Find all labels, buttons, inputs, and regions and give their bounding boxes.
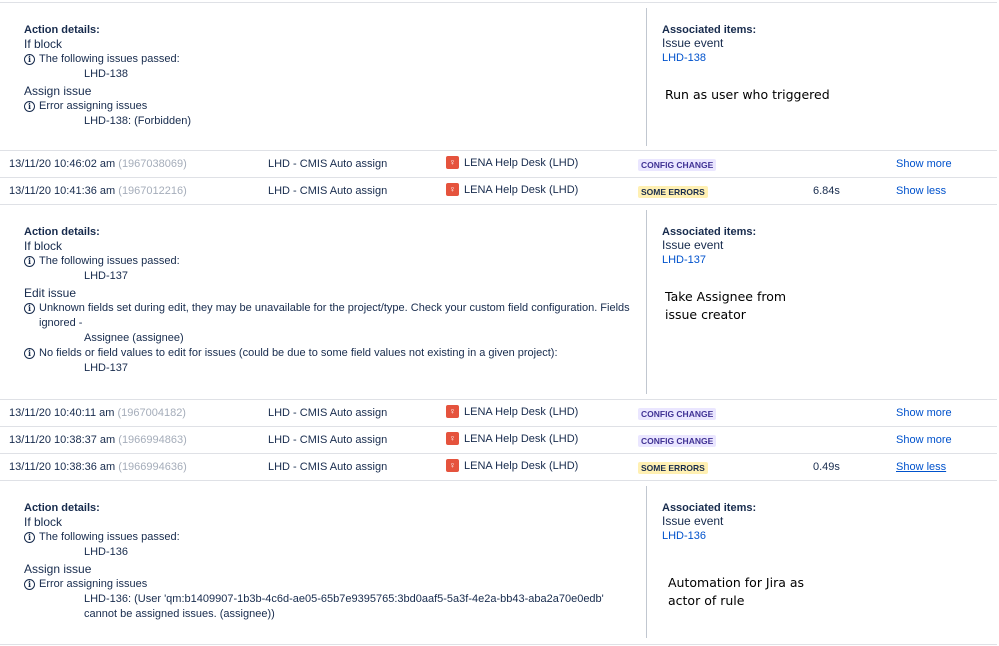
lena-project-icon: ♀ (446, 405, 459, 418)
info-circle-icon: i (24, 532, 35, 543)
annotation-note: Take Assignee from issue creator (665, 289, 787, 322)
info-text: No fields or field values to edit for is… (39, 347, 558, 359)
associated-items-title: Associated items: (662, 226, 757, 238)
rule-name: LHD - CMIS Auto assign (268, 434, 388, 446)
lena-project-icon: ♀ (446, 432, 459, 445)
info-text: Error assigning issues (39, 578, 148, 590)
ignored-field: Assignee (assignee) (84, 332, 184, 344)
action-details-title: Action details: (24, 502, 100, 514)
info-text: The following issues passed: (39, 255, 180, 267)
project: ♀ LENA Help Desk (LHD) (446, 156, 578, 169)
lena-project-icon: ♀ (446, 459, 459, 472)
project: ♀ LENA Help Desk (LHD) (446, 405, 578, 418)
issue-key: LHD-138 (84, 68, 129, 80)
divider (0, 644, 997, 645)
show-more-link[interactable]: Show more (896, 407, 952, 419)
divider (0, 204, 997, 205)
lena-project-icon: ♀ (446, 156, 459, 169)
info-circle-icon: i (24, 348, 35, 359)
info-text: The following issues passed: (39, 53, 180, 65)
info-line: i The following issues passed: (24, 52, 644, 67)
info-line: i Unknown fields set during edit, they ma… (24, 301, 644, 331)
info-circle-icon: i (24, 54, 35, 65)
associated-items-panel: Associated items: Issue event LHD-136 (662, 502, 982, 544)
issue-error: LHD-138: (Forbidden) (84, 115, 191, 127)
associated-items-title: Associated items: (662, 502, 757, 514)
info-line: i Error assigning issues (24, 99, 644, 114)
info-circle-icon: i (24, 101, 35, 112)
rule-name: LHD - CMIS Auto assign (268, 461, 388, 473)
associated-event: Issue event (662, 514, 724, 528)
rule-name: LHD - CMIS Auto assign (268, 185, 388, 197)
info-text: Unknown fields set during edit, they may… (39, 302, 630, 329)
associated-event: Issue event (662, 36, 724, 50)
issue-key: LHD-136 (84, 546, 129, 558)
info-circle-icon: i (24, 256, 35, 267)
section-edit-issue: Edit issue (24, 286, 77, 300)
rule-name: LHD - CMIS Auto assign (268, 407, 388, 419)
info-circle-icon: i (24, 303, 35, 314)
info-text: The following issues passed: (39, 531, 180, 543)
associated-items-panel: Associated items: Issue event LHD-137 (662, 226, 982, 268)
info-line: i The following issues passed: (24, 254, 644, 269)
section-assign-issue: Assign issue (24, 562, 92, 576)
status-badge: SOME ERRORS (638, 186, 708, 198)
timestamp: 13/11/20 10:40:11 am (1967004182) (9, 407, 186, 419)
section-if-block: If block (24, 515, 63, 529)
associated-issue-link[interactable]: LHD-137 (662, 253, 982, 268)
annotation-note: Automation for Jira as actor of rule (668, 575, 805, 608)
info-line: i The following issues passed: (24, 530, 644, 545)
info-line: i No fields or field values to edit for i… (24, 346, 644, 361)
table-row[interactable]: 13/11/20 10:41:36 am (1967012216) LHD - … (0, 178, 997, 204)
rule-name: LHD - CMIS Auto assign (268, 158, 388, 170)
status-badge: CONFIG CHANGE (638, 408, 717, 420)
section-if-block: If block (24, 239, 63, 253)
column-divider (646, 8, 647, 146)
action-details-title: Action details: (24, 24, 100, 36)
section-if-block: If block (24, 37, 63, 51)
divider (0, 2, 997, 3)
action-details-panel: Action details: If block i The following … (24, 226, 644, 376)
issue-key: LHD-137 (84, 270, 129, 282)
timestamp: 13/11/20 10:38:37 am (1966994863) (9, 434, 187, 446)
associated-issue-link[interactable]: LHD-136 (662, 529, 982, 544)
duration: 0.49s (813, 461, 840, 473)
project: ♀ LENA Help Desk (LHD) (446, 183, 578, 196)
timestamp: 13/11/20 10:41:36 am (1967012216) (9, 185, 187, 197)
info-circle-icon: i (24, 579, 35, 590)
action-details-panel: Action details: If block i The following … (24, 502, 644, 622)
associated-issue-link[interactable]: LHD-138 (662, 51, 982, 66)
issue-error: LHD-136: (User 'qm:b1409907-1b3b-4c6d-ae… (84, 593, 604, 620)
column-divider (646, 486, 647, 638)
timestamp: 13/11/20 10:46:02 am (1967038069) (9, 158, 187, 170)
annotation-note: Run as user who triggered (665, 87, 830, 102)
action-details-title: Action details: (24, 226, 100, 238)
info-text: Error assigning issues (39, 100, 148, 112)
associated-items-title: Associated items: (662, 24, 757, 36)
issue-key: LHD-137 (84, 362, 129, 374)
associated-event: Issue event (662, 238, 724, 252)
lena-project-icon: ♀ (446, 183, 459, 196)
table-row[interactable]: 13/11/20 10:40:11 am (1967004182) LHD - … (0, 400, 997, 426)
timestamp: 13/11/20 10:38:36 am (1966994636) (9, 461, 187, 473)
status-badge: SOME ERRORS (638, 462, 708, 474)
divider (0, 480, 997, 481)
show-less-link[interactable]: Show less (896, 185, 946, 197)
table-row[interactable]: 13/11/20 10:46:02 am (1967038069) LHD - … (0, 151, 997, 177)
show-more-link[interactable]: Show more (896, 158, 952, 170)
table-row[interactable]: 13/11/20 10:38:37 am (1966994863) LHD - … (0, 427, 997, 453)
project: ♀ LENA Help Desk (LHD) (446, 432, 578, 445)
section-assign-issue: Assign issue (24, 84, 92, 98)
show-less-link[interactable]: Show less (896, 461, 946, 473)
associated-items-panel: Associated items: Issue event LHD-138 (662, 24, 982, 66)
table-row[interactable]: 13/11/20 10:38:36 am (1966994636) LHD - … (0, 454, 997, 480)
duration: 6.84s (813, 185, 840, 197)
status-badge: CONFIG CHANGE (638, 435, 717, 447)
show-more-link[interactable]: Show more (896, 434, 952, 446)
action-details-panel: Action details: If block i The following … (24, 24, 644, 129)
project: ♀ LENA Help Desk (LHD) (446, 459, 578, 472)
info-line: i Error assigning issues (24, 577, 644, 592)
column-divider (646, 210, 647, 394)
status-badge: CONFIG CHANGE (638, 159, 717, 171)
